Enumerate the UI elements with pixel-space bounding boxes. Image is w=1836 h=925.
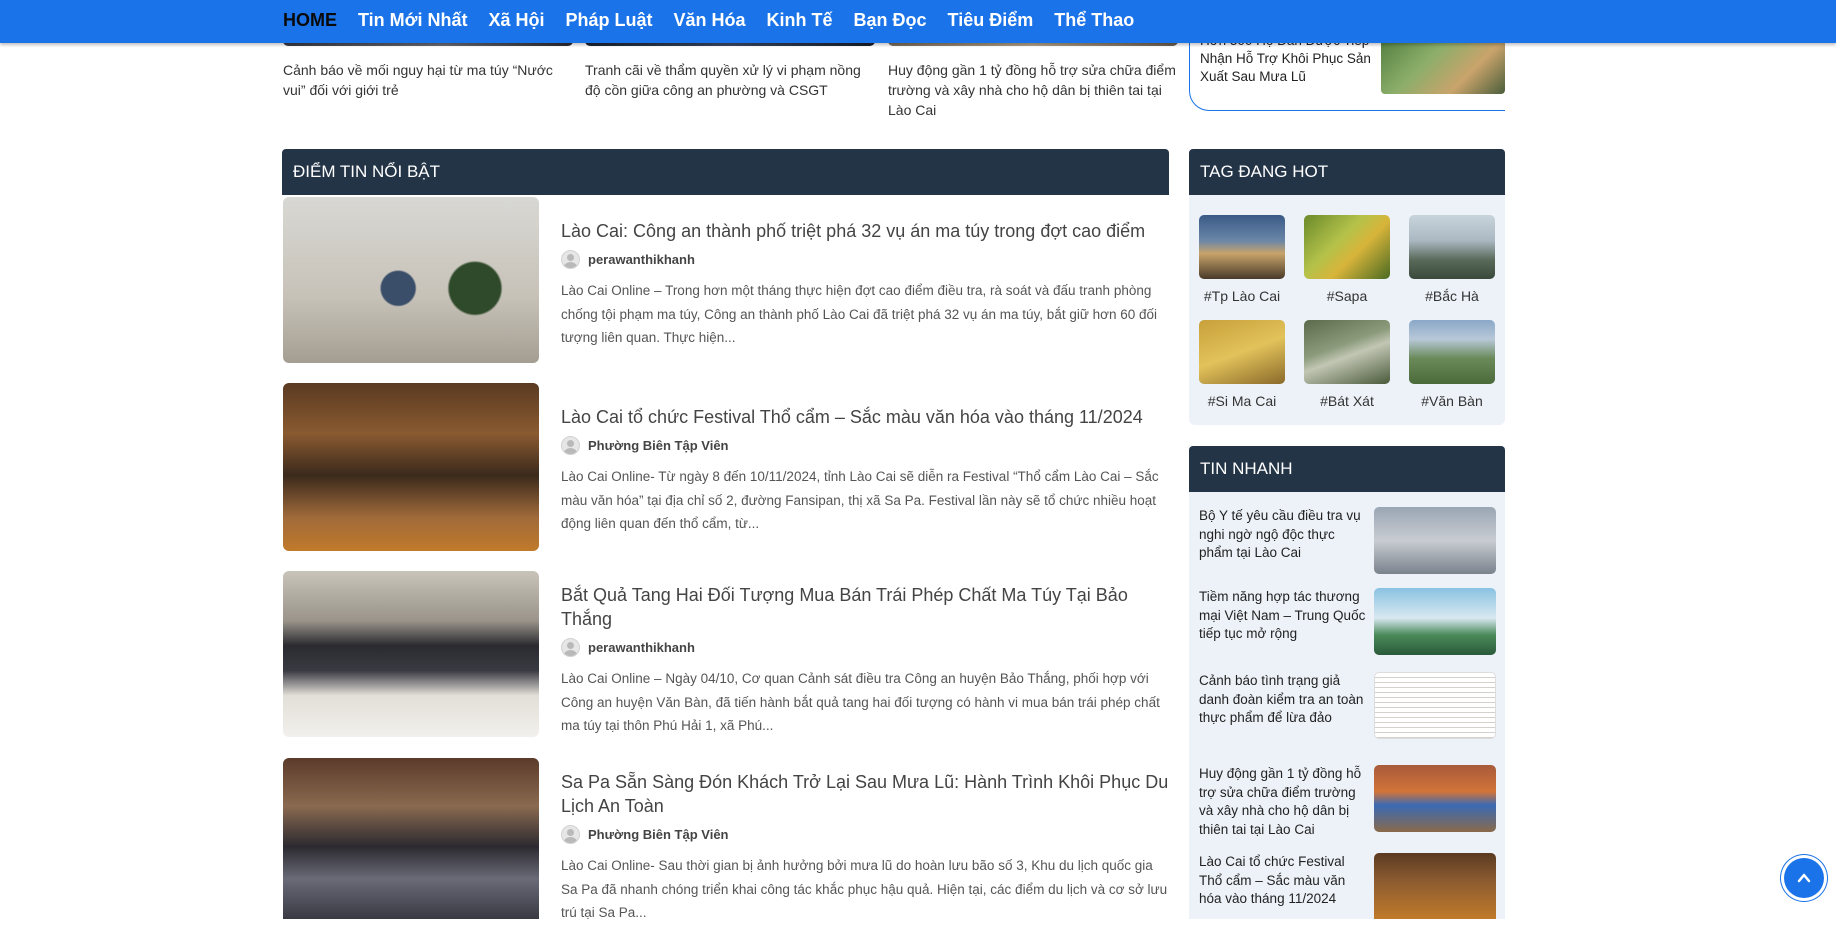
- quick-news-thumbnail[interactable]: [1374, 853, 1496, 919]
- tag-item[interactable]: #Bát Xát: [1304, 320, 1390, 409]
- article-author[interactable]: perawanthikhanh: [588, 640, 695, 655]
- tag-label[interactable]: #Sapa: [1304, 288, 1390, 304]
- featured-article-thumbnail[interactable]: [283, 197, 539, 363]
- quick-news-title[interactable]: Tiềm năng hợp tác thương mại Việt Nam – …: [1199, 588, 1369, 644]
- quick-news-title[interactable]: Lào Cai tổ chức Festival Thổ cẩm – Sắc m…: [1199, 853, 1369, 909]
- quick-news-thumbnail[interactable]: [1374, 588, 1496, 655]
- tags-section-header: TAG ĐANG HOT: [1189, 149, 1505, 195]
- quick-news-thumbnail[interactable]: [1374, 507, 1496, 574]
- featured-article-excerpt: Lào Cai Online- Sau thời gian bị ảnh hưở…: [561, 858, 1168, 920]
- nav-item-home[interactable]: HOME: [283, 10, 337, 31]
- chevron-up-icon: [1797, 873, 1811, 883]
- tag-label[interactable]: #Si Ma Cai: [1199, 393, 1285, 409]
- tag-thumbnail[interactable]: [1304, 215, 1390, 279]
- featured-article-thumbnail[interactable]: [283, 571, 539, 737]
- nav-item-ban-doc[interactable]: Bạn Đọc: [854, 10, 927, 31]
- tag-label[interactable]: #Văn Bàn: [1409, 393, 1495, 409]
- article-author[interactable]: Phường Biên Tập Viên: [588, 438, 729, 453]
- tag-thumbnail[interactable]: [1409, 215, 1495, 279]
- tag-item[interactable]: #Bắc Hà: [1409, 215, 1495, 304]
- tag-thumbnail[interactable]: [1304, 320, 1390, 384]
- featured-article-title[interactable]: Sa Pa Sẵn Sàng Đón Khách Trở Lại Sau Mưa…: [561, 770, 1173, 818]
- nav-item-phap-luat[interactable]: Pháp Luật: [565, 10, 652, 31]
- tag-item[interactable]: #Si Ma Cai: [1199, 320, 1285, 409]
- quick-news-title[interactable]: Huy động gần 1 tỷ đồng hỗ trợ sửa chữa đ…: [1199, 765, 1369, 839]
- user-avatar-icon: [561, 825, 580, 844]
- back-to-top-button[interactable]: [1784, 858, 1824, 898]
- nav-item-kinh-te[interactable]: Kinh Tế: [767, 10, 833, 31]
- nav-item-tin-moi-nhat[interactable]: Tin Mới Nhất: [358, 10, 467, 31]
- tag-item[interactable]: #Văn Bàn: [1409, 320, 1495, 409]
- quick-news-thumbnail[interactable]: [1374, 765, 1496, 832]
- nav-item-van-hoa[interactable]: Văn Hóa: [674, 10, 746, 31]
- quick-news-thumbnail[interactable]: [1374, 672, 1496, 739]
- nav-menu: HOME Tin Mới Nhất Xã Hội Pháp Luật Văn H…: [283, 0, 1155, 40]
- tag-item[interactable]: #Tp Lào Cai: [1199, 215, 1285, 304]
- top-article[interactable]: Huy động gần 1 tỷ đồng hỗ trợ sửa chữa đ…: [888, 30, 1178, 120]
- tag-thumbnail[interactable]: [1409, 320, 1495, 384]
- user-avatar-icon: [561, 638, 580, 657]
- featured-article-thumbnail[interactable]: [283, 383, 539, 551]
- featured-section-header: ĐIỂM TIN NỔI BẬT: [282, 149, 1169, 195]
- tag-thumbnail[interactable]: [1199, 215, 1285, 279]
- top-article-title[interactable]: Tranh cãi về thẩm quyền xử lý vi phạm nồ…: [585, 60, 875, 100]
- tag-thumbnail[interactable]: [1199, 320, 1285, 384]
- user-avatar-icon: [561, 250, 580, 269]
- nav-item-xa-hoi[interactable]: Xã Hội: [488, 10, 544, 31]
- user-avatar-icon: [561, 436, 580, 455]
- quick-news-title[interactable]: Bộ Y tế yêu cầu điều tra vụ nghi ngờ ngộ…: [1199, 507, 1369, 563]
- quick-news-title[interactable]: Cảnh báo tình trạng giả danh đoàn kiểm t…: [1199, 672, 1369, 728]
- tag-label[interactable]: #Bắc Hà: [1409, 288, 1495, 304]
- tag-label[interactable]: #Bát Xát: [1304, 393, 1390, 409]
- featured-article-excerpt: Lào Cai Online – Trong hơn một tháng thự…: [561, 283, 1158, 345]
- featured-article-title[interactable]: Lào Cai: Công an thành phố triệt phá 32 …: [561, 219, 1173, 243]
- top-article-title[interactable]: Huy động gần 1 tỷ đồng hỗ trợ sửa chữa đ…: [888, 60, 1178, 120]
- article-author[interactable]: Phường Biên Tập Viên: [588, 827, 729, 842]
- tag-item[interactable]: #Sapa: [1304, 215, 1390, 304]
- main-navbar: HOME Tin Mới Nhất Xã Hội Pháp Luật Văn H…: [0, 0, 1836, 43]
- top-article-title[interactable]: Cảnh báo về mối nguy hại từ ma túy “Nước…: [283, 60, 573, 100]
- featured-article-thumbnail[interactable]: [283, 758, 539, 919]
- featured-article-title[interactable]: Lào Cai tổ chức Festival Thổ cẩm – Sắc m…: [561, 405, 1173, 429]
- featured-article-title[interactable]: Bắt Quả Tang Hai Đối Tượng Mua Bán Trái …: [561, 583, 1173, 631]
- tag-label[interactable]: #Tp Lào Cai: [1199, 288, 1285, 304]
- article-author[interactable]: perawanthikhanh: [588, 252, 695, 267]
- featured-article-excerpt: Lào Cai Online – Ngày 04/10, Cơ quan Cản…: [561, 671, 1160, 733]
- featured-article-excerpt: Lào Cai Online- Từ ngày 8 đến 10/11/2024…: [561, 469, 1159, 531]
- nav-item-tieu-diem[interactable]: Tiêu Điểm: [948, 10, 1034, 31]
- quick-news-section-header: TIN NHANH: [1189, 446, 1505, 492]
- nav-item-the-thao[interactable]: Thể Thao: [1054, 10, 1134, 31]
